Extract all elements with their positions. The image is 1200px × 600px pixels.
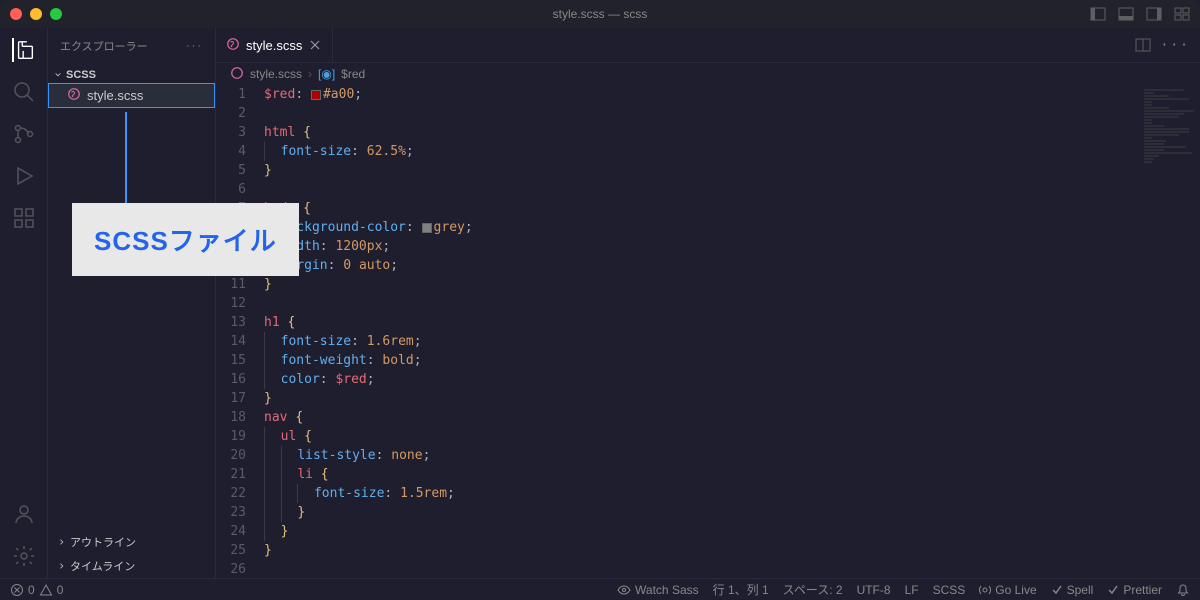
timeline-label: タイムライン: [70, 558, 135, 574]
split-editor-icon[interactable]: [1135, 37, 1151, 53]
tab-actions: ···: [1125, 28, 1200, 62]
code-area[interactable]: 1234567891011121314151617181920212223242…: [216, 85, 1200, 578]
titlebar: style.scss — scss: [0, 0, 1200, 28]
status-language[interactable]: SCSS: [933, 581, 966, 598]
layout-sidebar-left-icon[interactable]: [1090, 6, 1106, 22]
source-control-icon[interactable]: [12, 122, 36, 146]
window-title: style.scss — scss: [553, 7, 648, 21]
status-watch-sass[interactable]: Watch Sass: [617, 581, 699, 598]
breadcrumb-separator: ›: [308, 67, 312, 81]
titlebar-actions: [1090, 6, 1190, 22]
check-icon: [1051, 584, 1063, 596]
window: style.scss — scss: [0, 0, 1200, 600]
chevron-right-icon: [58, 538, 66, 546]
bell-icon: [1176, 583, 1190, 597]
file-style-scss[interactable]: style.scss: [48, 83, 215, 108]
scss-file-icon: [226, 37, 240, 54]
sidebar: エクスプローラー ··· SCSS style.scss アウト: [48, 28, 216, 578]
layout-customize-icon[interactable]: [1174, 6, 1190, 22]
sidebar-bottom-sections: アウトライン タイムライン: [48, 530, 215, 578]
main-area: エクスプローラー ··· SCSS style.scss アウト: [0, 28, 1200, 578]
status-spell[interactable]: Spell: [1051, 581, 1094, 598]
warning-count: 0: [57, 583, 64, 597]
minimap[interactable]: [1140, 85, 1200, 578]
outline-label: アウトライン: [70, 534, 136, 550]
breadcrumb-file[interactable]: style.scss: [250, 67, 302, 81]
minimize-window-button[interactable]: [30, 8, 42, 20]
file-name: style.scss: [87, 88, 143, 103]
more-actions-icon[interactable]: ···: [1161, 38, 1190, 53]
statusbar: 0 0 Watch Sass 行 1、列 1 スペース: 2 UTF-8 LF …: [0, 578, 1200, 600]
error-icon: [10, 583, 24, 597]
maximize-window-button[interactable]: [50, 8, 62, 20]
sidebar-header: エクスプローラー ···: [48, 28, 215, 63]
status-golive[interactable]: Go Live: [979, 581, 1036, 598]
status-encoding[interactable]: UTF-8: [857, 581, 891, 598]
breadcrumb-symbol[interactable]: $red: [341, 67, 365, 81]
annotation-callout: SCSSファイル: [72, 203, 299, 276]
search-icon[interactable]: [12, 80, 36, 104]
status-eol[interactable]: LF: [905, 581, 919, 598]
editor-area: style.scss ··· style.scss › [◉] $red 123…: [216, 28, 1200, 578]
explorer-icon[interactable]: [12, 38, 36, 62]
check-icon: [1107, 584, 1119, 596]
tab-label: style.scss: [246, 38, 302, 53]
status-problems[interactable]: 0 0: [10, 583, 63, 597]
scss-file-icon: [67, 87, 81, 104]
sidebar-more-icon[interactable]: ···: [186, 40, 203, 52]
accounts-icon[interactable]: [12, 502, 36, 526]
chevron-down-icon: [54, 71, 62, 79]
tabs: style.scss ···: [216, 28, 1200, 63]
error-count: 0: [28, 583, 35, 597]
activity-bar: [0, 28, 48, 578]
chevron-right-icon: [58, 562, 66, 570]
warning-icon: [39, 583, 53, 597]
scss-file-icon: [230, 66, 244, 83]
eye-icon: [617, 583, 631, 597]
sidebar-title: エクスプローラー: [60, 38, 148, 54]
run-debug-icon[interactable]: [12, 164, 36, 188]
status-prettier[interactable]: Prettier: [1107, 581, 1162, 598]
layout-panel-icon[interactable]: [1118, 6, 1134, 22]
settings-icon[interactable]: [12, 544, 36, 568]
layout-sidebar-right-icon[interactable]: [1146, 6, 1162, 22]
annotation-connector: [125, 112, 127, 205]
status-indent[interactable]: スペース: 2: [783, 581, 843, 598]
variable-icon: [◉]: [318, 67, 335, 81]
line-numbers: 1234567891011121314151617181920212223242…: [216, 85, 264, 578]
extensions-icon[interactable]: [12, 206, 36, 230]
traffic-lights: [10, 8, 62, 20]
outline-section[interactable]: アウトライン: [48, 530, 215, 554]
status-notifications[interactable]: [1176, 581, 1190, 598]
breadcrumbs[interactable]: style.scss › [◉] $red: [216, 63, 1200, 85]
code-content[interactable]: $red: #a00;html { font-size: 62.5%;}body…: [264, 85, 1200, 578]
status-cursor[interactable]: 行 1、列 1: [713, 581, 769, 598]
project-name: SCSS: [66, 69, 96, 81]
sidebar-folder-section: SCSS style.scss: [48, 63, 215, 112]
project-folder[interactable]: SCSS: [48, 67, 215, 83]
annotation-text: SCSSファイル: [94, 226, 277, 256]
close-window-button[interactable]: [10, 8, 22, 20]
broadcast-icon: [979, 584, 991, 596]
close-icon[interactable]: [308, 38, 322, 52]
tab-style-scss[interactable]: style.scss: [216, 28, 333, 62]
timeline-section[interactable]: タイムライン: [48, 554, 215, 578]
